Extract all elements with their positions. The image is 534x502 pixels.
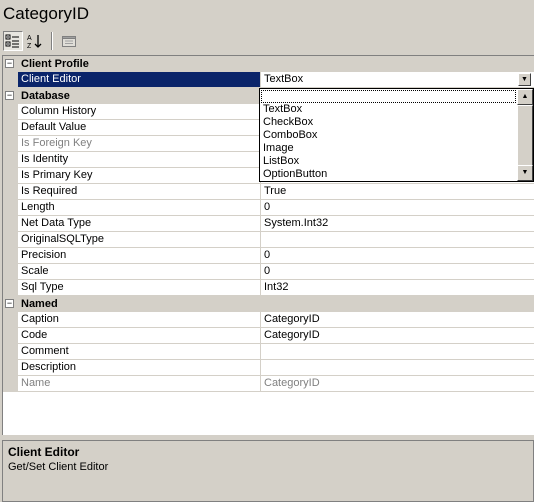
property-row-comment[interactable]: Comment: [3, 344, 534, 360]
property-row-sql-type[interactable]: Sql Type Int32: [3, 280, 534, 296]
row-gutter: [3, 312, 18, 328]
row-gutter: [3, 248, 18, 264]
property-value[interactable]: CategoryID: [261, 328, 533, 343]
row-gutter: [3, 120, 18, 136]
property-row-name[interactable]: Name CategoryID: [3, 376, 534, 392]
property-row-length[interactable]: Length 0: [3, 200, 534, 216]
property-pages-button[interactable]: [59, 31, 79, 51]
row-gutter: [3, 104, 18, 120]
window-title: CategoryID: [3, 4, 89, 23]
property-row-precision[interactable]: Precision 0: [3, 248, 534, 264]
property-value[interactable]: 0: [261, 264, 533, 279]
property-name[interactable]: Is Required: [18, 184, 261, 199]
property-name[interactable]: Is Foreign Key: [18, 136, 261, 151]
scroll-thumb[interactable]: [517, 105, 533, 167]
categorized-button[interactable]: [3, 31, 23, 51]
help-description: Get/Set Client Editor: [8, 461, 109, 473]
property-name[interactable]: Description: [18, 360, 261, 375]
property-name[interactable]: Client Editor: [18, 72, 261, 87]
alphabetical-icon: A Z: [27, 35, 42, 49]
dropdown-option[interactable]: Image: [263, 142, 513, 155]
property-name[interactable]: Default Value: [18, 120, 261, 135]
dropdown-option[interactable]: ListBox: [263, 155, 513, 168]
client-editor-dropdown-list[interactable]: TextBox CheckBox ComboBox Image ListBox …: [259, 88, 534, 182]
row-gutter: [3, 216, 18, 232]
property-row-scale[interactable]: Scale 0: [3, 264, 534, 280]
row-gutter: [3, 152, 18, 168]
category-label: Named: [21, 298, 58, 310]
property-value[interactable]: Int32: [261, 280, 533, 295]
svg-text:Z: Z: [27, 43, 32, 49]
property-name[interactable]: Is Identity: [18, 152, 261, 167]
property-row-code[interactable]: Code CategoryID: [3, 328, 534, 344]
row-gutter: [3, 376, 18, 392]
property-value[interactable]: CategoryID: [261, 376, 533, 391]
property-name[interactable]: Precision: [18, 248, 261, 263]
property-value[interactable]: 0: [261, 200, 533, 215]
property-value[interactable]: CategoryID: [261, 312, 533, 327]
property-value[interactable]: True: [261, 184, 533, 199]
dropdown-option[interactable]: OptionButton: [263, 168, 513, 181]
row-gutter: [3, 264, 18, 280]
property-value[interactable]: [261, 344, 533, 359]
collapse-icon[interactable]: −: [5, 59, 14, 68]
svg-text:A: A: [27, 35, 32, 42]
toolbar-separator: [51, 32, 53, 50]
property-name[interactable]: Sql Type: [18, 280, 261, 295]
row-gutter: [3, 232, 18, 248]
property-row-client-editor[interactable]: Client Editor TextBox ▼: [3, 72, 534, 88]
category-client-profile[interactable]: − Client Profile: [3, 56, 534, 72]
row-gutter: [3, 360, 18, 376]
row-gutter: [3, 200, 18, 216]
help-panel: Client Editor Get/Set Client Editor: [2, 440, 534, 502]
dropdown-scrollbar[interactable]: ▲ ▼: [517, 89, 533, 181]
collapse-icon[interactable]: −: [5, 299, 14, 308]
property-name[interactable]: Name: [18, 376, 261, 391]
property-name[interactable]: Net Data Type: [18, 216, 261, 231]
property-name[interactable]: Column History: [18, 104, 261, 119]
property-row-caption[interactable]: Caption CategoryID: [3, 312, 534, 328]
property-name[interactable]: Is Primary Key: [18, 168, 261, 183]
category-label: Client Profile: [21, 58, 89, 70]
property-row-description[interactable]: Description: [3, 360, 534, 376]
category-named[interactable]: − Named: [3, 296, 534, 312]
property-name[interactable]: Comment: [18, 344, 261, 359]
alphabetical-button[interactable]: A Z: [25, 31, 45, 51]
property-row-net-data-type[interactable]: Net Data Type System.Int32: [3, 216, 534, 232]
property-row-is-required[interactable]: Is Required True: [3, 184, 534, 200]
property-pages-icon: [62, 36, 76, 47]
property-value-text: TextBox: [264, 73, 304, 85]
row-gutter: [3, 184, 18, 200]
property-value[interactable]: 0: [261, 248, 533, 263]
property-value[interactable]: System.Int32: [261, 216, 533, 231]
property-row-original-sql-type[interactable]: OriginalSQLType: [3, 232, 534, 248]
property-name[interactable]: Caption: [18, 312, 261, 327]
dropdown-option[interactable]: TextBox: [263, 103, 513, 116]
category-label: Database: [21, 90, 70, 102]
property-name[interactable]: Length: [18, 200, 261, 215]
property-value[interactable]: [261, 360, 533, 375]
row-gutter: [3, 136, 18, 152]
property-name[interactable]: OriginalSQLType: [18, 232, 261, 247]
row-gutter: [3, 328, 18, 344]
row-gutter: [3, 280, 18, 296]
row-gutter: [3, 168, 18, 184]
collapse-icon[interactable]: −: [5, 91, 14, 100]
toolbar: A Z: [3, 31, 79, 53]
dropdown-option[interactable]: CheckBox: [263, 116, 513, 129]
scroll-up-button[interactable]: ▲: [517, 89, 533, 105]
row-gutter: [3, 72, 18, 88]
dropdown-focus-rect: [261, 90, 516, 103]
property-value[interactable]: TextBox ▼: [261, 72, 533, 87]
categorized-icon: [5, 34, 19, 48]
row-gutter: [3, 344, 18, 360]
property-name[interactable]: Scale: [18, 264, 261, 279]
property-name[interactable]: Code: [18, 328, 261, 343]
help-title: Client Editor: [8, 445, 80, 459]
scroll-down-button[interactable]: ▼: [517, 165, 533, 181]
dropdown-option[interactable]: ComboBox: [263, 129, 513, 142]
dropdown-button[interactable]: ▼: [518, 73, 531, 86]
property-value[interactable]: [261, 232, 533, 247]
